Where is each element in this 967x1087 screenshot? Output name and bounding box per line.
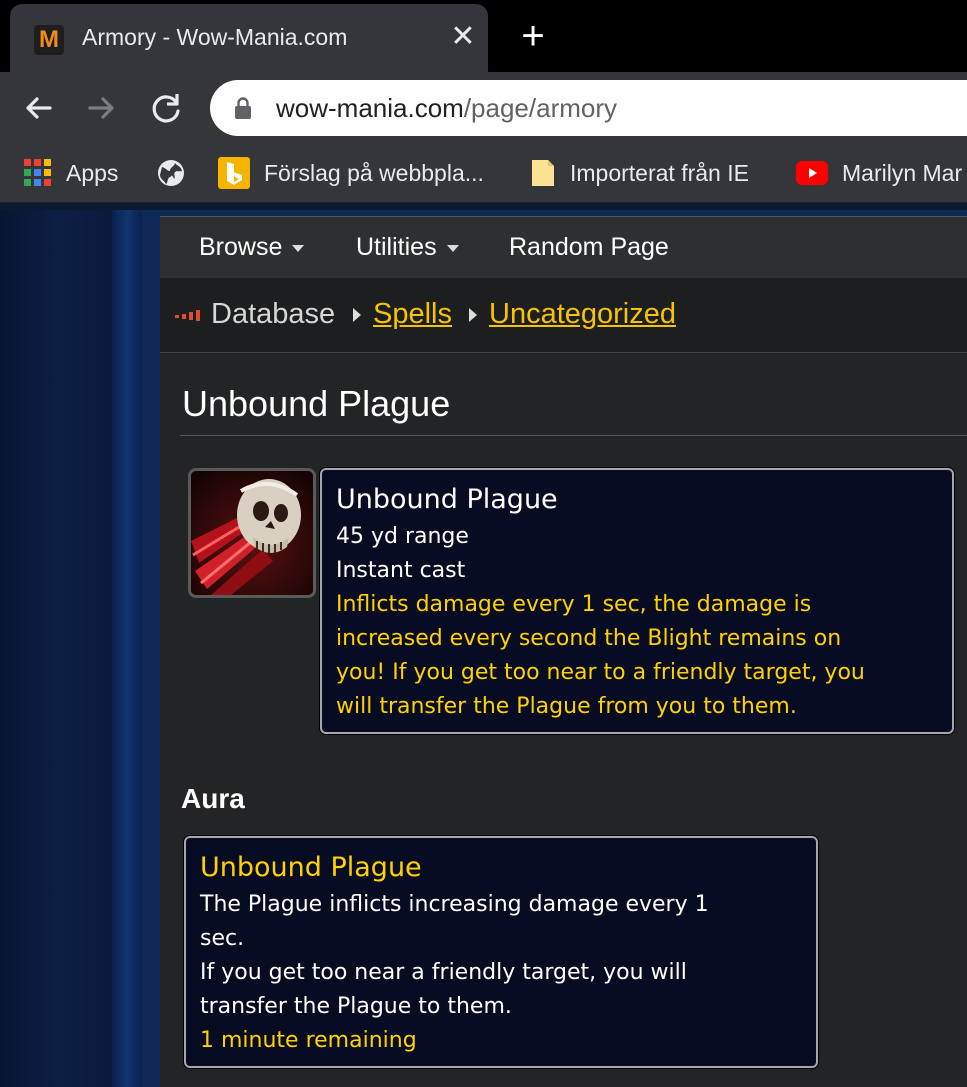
forward-arrow-icon: [88, 97, 114, 119]
nav-utilities[interactable]: Utilities: [356, 233, 459, 262]
aura-name: Unbound Plague: [200, 852, 422, 883]
aura-tooltip: Unbound Plague The Plague inflicts incre…: [184, 836, 818, 1068]
browser-tab[interactable]: M Armory - Wow-Mania.com ✕: [10, 4, 488, 72]
breadcrumb-spells-link[interactable]: Spells: [373, 298, 452, 331]
tooltip-description-line: you! If you get too near to a friendly t…: [336, 660, 865, 685]
page-background: Browse Utilities Random Page Database Sp…: [0, 210, 967, 1087]
address-bar[interactable]: wow-mania.com/page/armory: [210, 80, 967, 136]
reload-icon: [152, 94, 180, 123]
reload-button[interactable]: [146, 88, 186, 128]
bookmark-bing[interactable]: Förslag på webbpla...: [218, 156, 484, 190]
back-button[interactable]: [18, 88, 58, 128]
nav-utilities-label: Utilities: [356, 233, 437, 261]
aura-description-line: sec.: [200, 926, 245, 951]
bookmark-label: Förslag på webbpla...: [264, 159, 484, 186]
page-title: Unbound Plague: [182, 383, 451, 424]
globe-icon: [156, 158, 186, 188]
nav-browse-label: Browse: [199, 233, 283, 261]
breadcrumb: Database Spells Uncategorized: [160, 278, 967, 353]
url-host: wow-mania.com: [276, 93, 464, 123]
browser-toolbar: wow-mania.com/page/armory: [0, 72, 967, 144]
spell-skull-icon[interactable]: [188, 468, 316, 598]
spell-content-panel: Unbound Plague Unbound Plague 45 yd rang…: [160, 353, 967, 1087]
tooltip-cast-time: Instant cast: [336, 558, 466, 583]
back-arrow-icon: [26, 97, 52, 119]
nav-random-page[interactable]: Random Page: [509, 233, 669, 262]
aura-description-line: transfer the Plague to them.: [200, 994, 512, 1019]
bookmark-youtube[interactable]: Marilyn Mar: [796, 156, 962, 190]
aura-heading: Aura: [181, 783, 245, 814]
youtube-icon: [796, 161, 828, 185]
spell-tooltip: Unbound Plague 45 yd range Instant cast …: [320, 468, 954, 734]
tab-title: Armory - Wow-Mania.com: [82, 24, 348, 50]
aura-description-line: If you get too near a friendly target, y…: [200, 960, 687, 985]
bookmark-folder[interactable]: Importerat från IE: [530, 156, 749, 190]
decorative-side-strip: [112, 210, 142, 1087]
tooltip-range: 45 yd range: [336, 524, 469, 549]
breadcrumb-separator-icon: [469, 308, 477, 322]
url-text: wow-mania.com/page/armory: [276, 93, 617, 124]
breadcrumb-separator-icon: [353, 308, 361, 322]
bookmark-globe[interactable]: [156, 156, 200, 190]
site-nav-bar: Browse Utilities Random Page: [160, 216, 967, 279]
site-favicon-icon: M: [34, 25, 64, 55]
lock-icon[interactable]: [232, 96, 254, 120]
nav-browse[interactable]: Browse: [199, 233, 305, 262]
aura-description-line: The Plague inflicts increasing damage ev…: [200, 892, 709, 917]
tab-strip: M Armory - Wow-Mania.com ✕ +: [0, 0, 967, 72]
apps-grid-icon: [24, 159, 52, 187]
chevron-down-icon: [292, 244, 305, 252]
bookmark-label: Marilyn Mar: [842, 159, 963, 186]
chevron-down-icon: [446, 244, 459, 252]
close-tab-icon[interactable]: ✕: [444, 18, 482, 56]
bookmarks-bar: Apps Förslag på webbpla... Importerat fr…: [0, 144, 967, 203]
url-path: /page/armory: [463, 93, 618, 123]
forward-button[interactable]: [82, 88, 122, 128]
bookmark-label: Apps: [66, 159, 119, 186]
bookmark-label: Importerat från IE: [570, 159, 749, 186]
tooltip-spell-name: Unbound Plague: [336, 484, 558, 515]
folder-icon: [530, 158, 556, 188]
signal-bars-icon: [175, 310, 200, 321]
bing-icon: [218, 157, 250, 189]
breadcrumb-uncategorized-link[interactable]: Uncategorized: [489, 298, 676, 331]
tooltip-description-line: will transfer the Plague from you to the…: [336, 694, 797, 719]
breadcrumb-database: Database: [211, 298, 336, 330]
bookmark-apps[interactable]: Apps: [24, 156, 118, 190]
new-tab-button[interactable]: +: [513, 16, 553, 56]
tooltip-description-line: increased every second the Blight remain…: [336, 626, 842, 651]
tooltip-description-line: Inflicts damage every 1 sec, the damage …: [336, 592, 812, 617]
aura-time-remaining: 1 minute remaining: [200, 1028, 417, 1053]
title-divider: [180, 435, 967, 436]
